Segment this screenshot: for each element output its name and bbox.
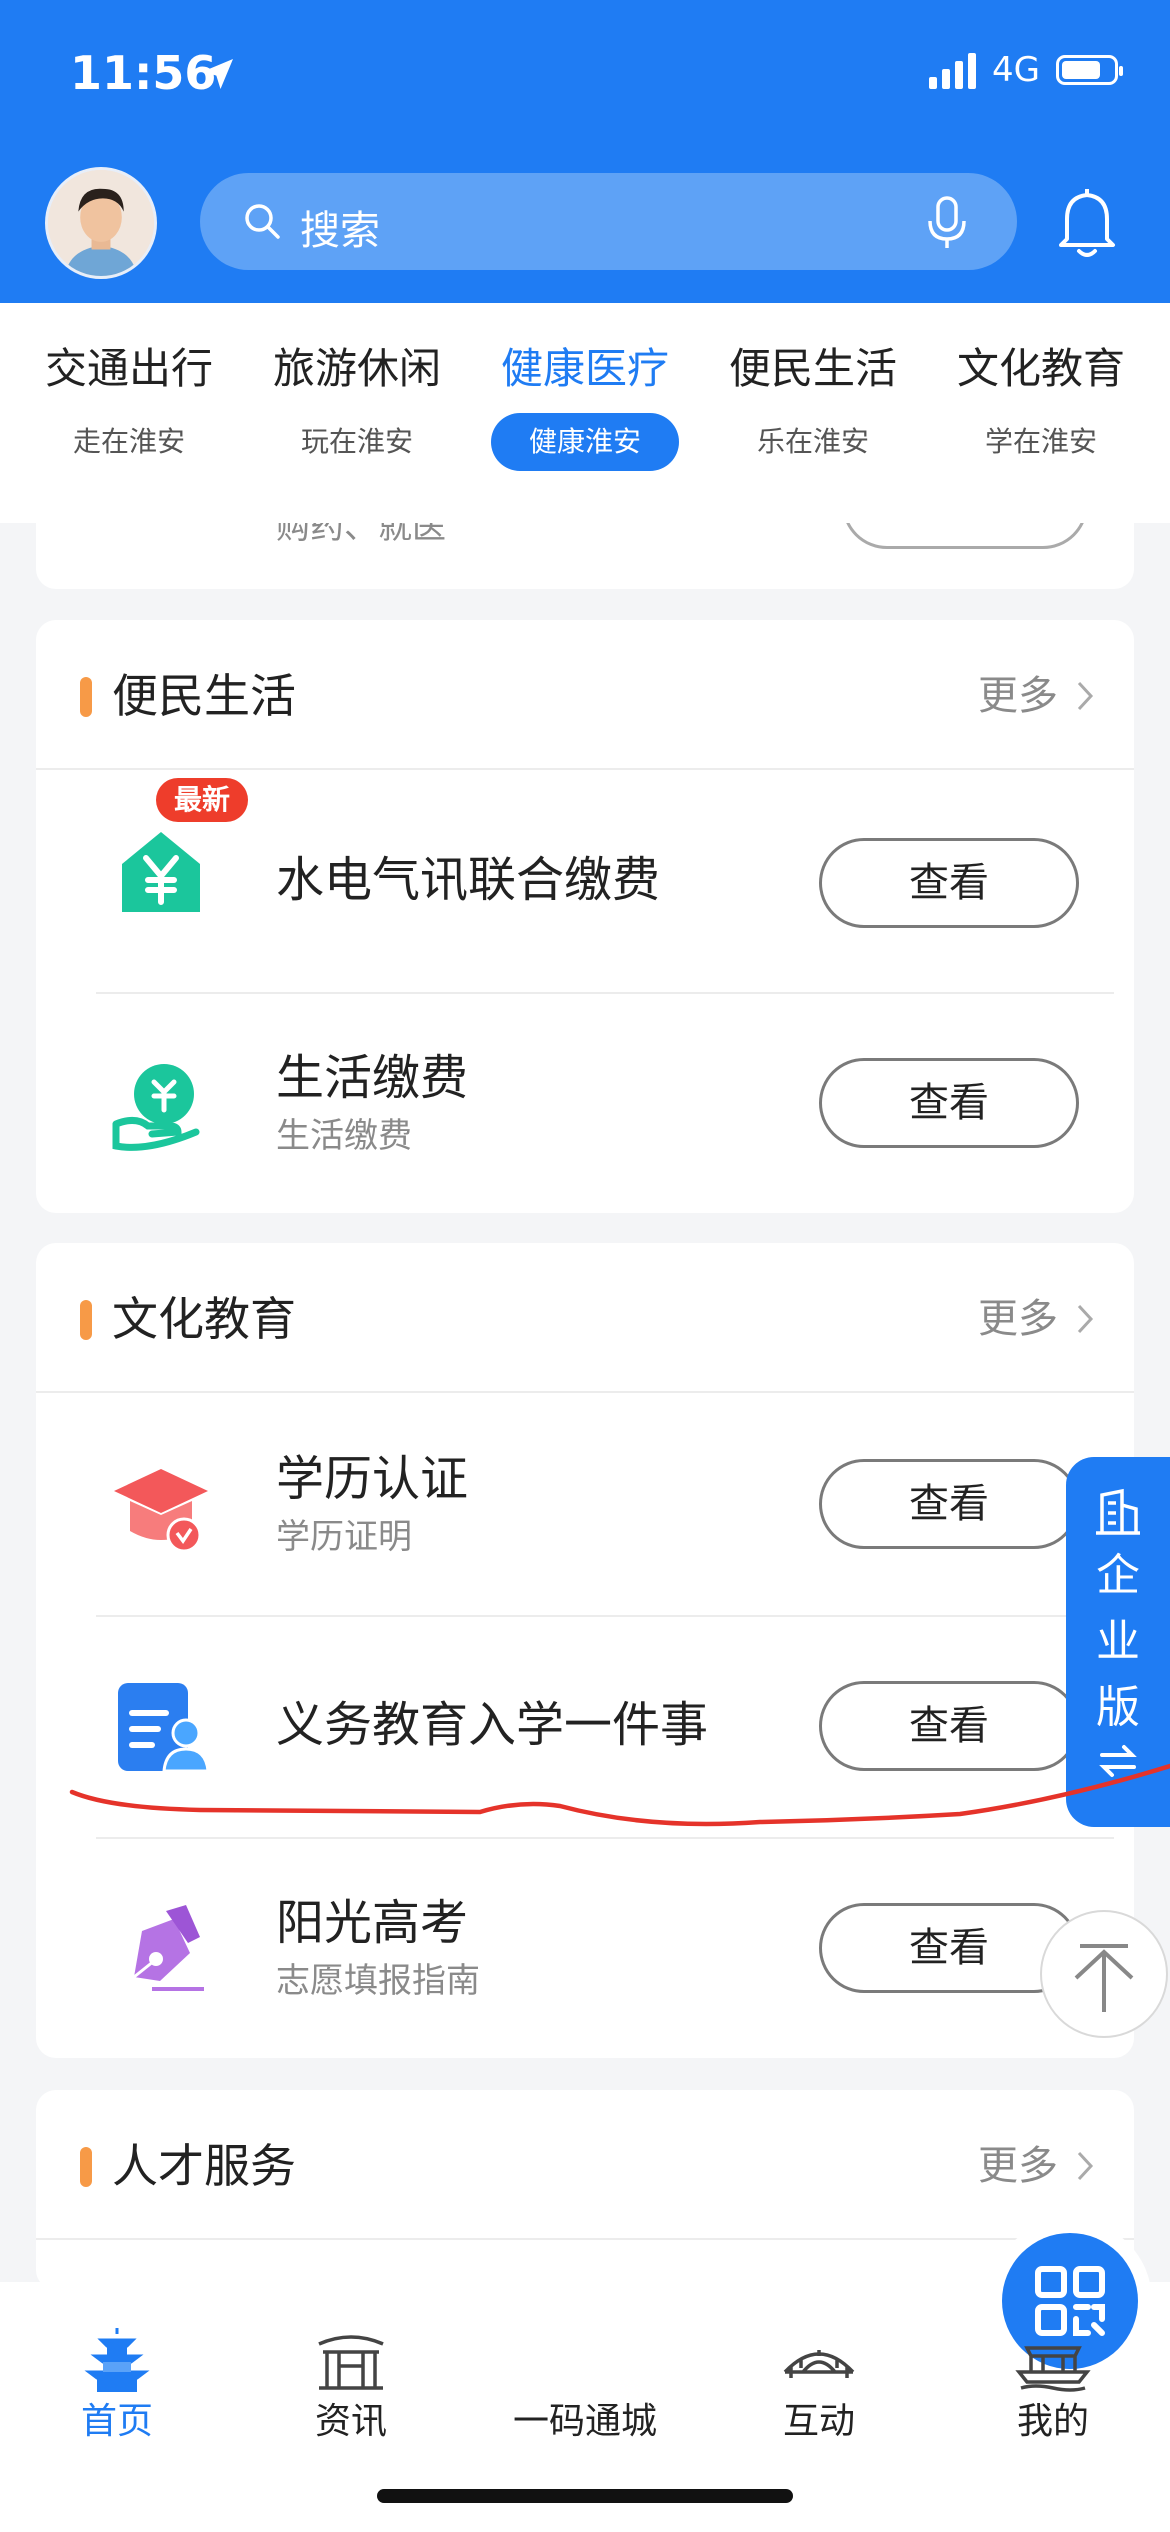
enterprise-label-char: 版 bbox=[1096, 1682, 1140, 1733]
arrow-up-icon bbox=[1074, 1944, 1134, 2012]
chevron-right-icon bbox=[1077, 1304, 1094, 1334]
location-arrow-icon bbox=[203, 59, 233, 89]
previous-card-text: 购药、就医 bbox=[276, 523, 446, 547]
signal-icon bbox=[929, 51, 977, 89]
graduation-cap-icon bbox=[114, 1469, 208, 1553]
item-name: 生活缴费 bbox=[276, 1050, 469, 1106]
section-title: 文化教育 bbox=[112, 1292, 296, 1346]
item-subtitle: 志愿填报指南 bbox=[276, 1961, 480, 2001]
gate-icon bbox=[318, 2335, 384, 2390]
building-icon bbox=[1096, 1488, 1140, 1535]
more-link[interactable]: 更多 bbox=[978, 2142, 1094, 2190]
section-title: 人才服务 bbox=[112, 2139, 296, 2193]
section-title: 便民生活 bbox=[112, 669, 296, 723]
bell-icon[interactable] bbox=[1055, 183, 1119, 261]
list-item[interactable]: 最新 水电气讯联合缴费 查看 bbox=[36, 770, 1134, 992]
view-button[interactable]: 查看 bbox=[819, 1058, 1079, 1148]
search-bar[interactable]: 搜索 bbox=[200, 173, 1017, 270]
chevron-right-icon bbox=[1077, 2151, 1094, 2181]
search-icon bbox=[245, 204, 280, 239]
avatar[interactable] bbox=[45, 167, 157, 279]
microphone-icon[interactable] bbox=[925, 195, 969, 251]
item-subtitle: 生活缴费 bbox=[276, 1116, 412, 1156]
list-item[interactable]: 生活缴费 生活缴费 查看 bbox=[36, 992, 1134, 1213]
pen-nib-icon bbox=[133, 1905, 204, 1991]
item-name: 学历认证 bbox=[276, 1451, 469, 1507]
enrollment-document-icon bbox=[118, 1683, 210, 1773]
battery-icon bbox=[1056, 55, 1123, 85]
more-link[interactable]: 更多 bbox=[978, 672, 1094, 720]
enterprise-edition-tab[interactable]: 企 业 版 bbox=[1066, 1457, 1170, 1827]
section-education: 文化教育 更多 学历认证 学历证明 查看 义务教育入学一件事 查看 阳光高考 志… bbox=[36, 1243, 1134, 2058]
section-accent-bar bbox=[80, 677, 92, 717]
category-tab-traffic[interactable]: 交通出行 走在淮安 bbox=[15, 343, 243, 471]
section-accent-bar bbox=[80, 1300, 92, 1340]
section-header: 人才服务 更多 bbox=[36, 2090, 1134, 2240]
section-life: 便民生活 更多 最新 水电气讯联合缴费 查看 生活缴费 生活缴费 查看 bbox=[36, 620, 1134, 1213]
item-name: 义务教育入学一件事 bbox=[276, 1697, 709, 1753]
previous-card-button[interactable] bbox=[842, 523, 1088, 549]
hand-money-icon bbox=[112, 1064, 200, 1151]
network-label: 4G bbox=[992, 50, 1040, 90]
item-subtitle: 学历证明 bbox=[276, 1517, 412, 1557]
home-indicator bbox=[377, 2489, 793, 2503]
swap-icon bbox=[1099, 1745, 1137, 1777]
list-item[interactable]: 义务教育入学一件事 查看 bbox=[36, 1615, 1134, 1837]
search-input[interactable]: 搜索 bbox=[300, 198, 380, 256]
category-tab-education[interactable]: 文化教育 学在淮安 bbox=[927, 343, 1155, 471]
view-button[interactable]: 查看 bbox=[819, 1459, 1079, 1549]
status-time: 11:56 bbox=[70, 46, 217, 100]
boat-icon bbox=[1015, 2346, 1091, 2392]
list-item[interactable]: 阳光高考 志愿填报指南 查看 bbox=[36, 1837, 1134, 2058]
bridge-icon bbox=[783, 2350, 855, 2378]
category-tab-life[interactable]: 便民生活 乐在淮安 bbox=[699, 343, 927, 471]
status-indicators: 4G bbox=[929, 50, 1123, 90]
more-link[interactable]: 更多 bbox=[978, 1295, 1094, 1343]
utility-payment-icon bbox=[122, 832, 200, 912]
scroll-top-button[interactable] bbox=[1040, 1910, 1168, 2038]
section-accent-bar bbox=[80, 2147, 92, 2187]
category-tabs: 交通出行 走在淮安 旅游休闲 玩在淮安 健康医疗 健康淮安 便民生活 乐在淮安 … bbox=[0, 303, 1170, 523]
item-name: 水电气讯联合缴费 bbox=[276, 852, 661, 908]
section-header: 文化教育 更多 bbox=[36, 1243, 1134, 1393]
app-header: 11:56 4G 搜索 bbox=[0, 0, 1170, 303]
view-button[interactable]: 查看 bbox=[819, 838, 1079, 928]
category-tab-travel[interactable]: 旅游休闲 玩在淮安 bbox=[243, 343, 471, 471]
chevron-right-icon bbox=[1077, 681, 1094, 711]
new-badge: 最新 bbox=[156, 778, 249, 822]
list-item[interactable]: 学历认证 学历证明 查看 bbox=[36, 1393, 1134, 1615]
section-talent: 人才服务 更多 bbox=[36, 2090, 1134, 2290]
category-tab-health[interactable]: 健康医疗 健康淮安 bbox=[471, 343, 699, 471]
enterprise-label-char: 企 bbox=[1096, 1550, 1140, 1601]
section-header: 便民生活 更多 bbox=[36, 620, 1134, 770]
previous-card-remnant: 购药、就医 bbox=[36, 523, 1134, 589]
item-name: 阳光高考 bbox=[276, 1895, 469, 1951]
view-button[interactable]: 查看 bbox=[819, 1681, 1079, 1771]
pagoda-icon bbox=[84, 2328, 150, 2392]
enterprise-label-char: 业 bbox=[1096, 1616, 1140, 1667]
